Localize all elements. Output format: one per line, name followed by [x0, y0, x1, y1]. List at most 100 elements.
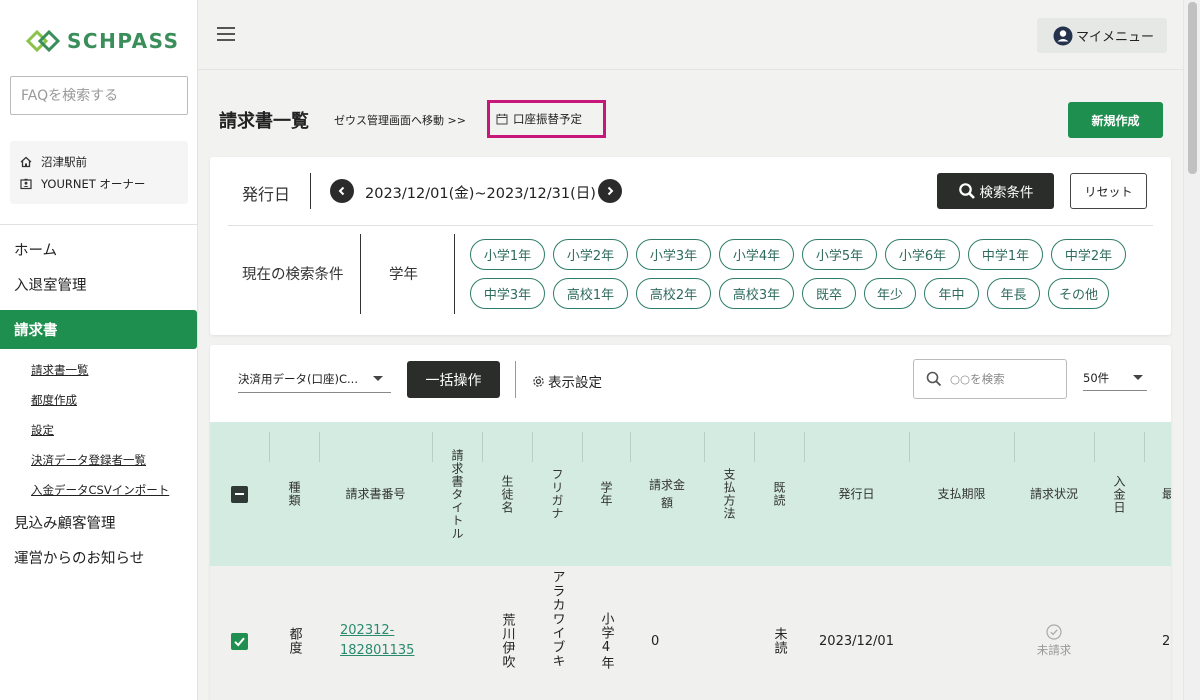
column-header[interactable]: 支払方法	[704, 422, 754, 566]
grade-chip[interactable]: 中学3年	[470, 278, 545, 309]
grade-chip[interactable]: 年少	[864, 278, 916, 309]
table-search-input[interactable]	[950, 372, 1060, 386]
payment-data-select[interactable]: 決済用データ(口座)C...	[238, 365, 391, 393]
new-create-button[interactable]: 新規作成	[1068, 102, 1163, 138]
sidebar-subitem-invoice-list[interactable]: 請求書一覧	[0, 355, 197, 385]
account-location[interactable]: 沼津駅前	[20, 151, 178, 173]
column-header[interactable]: 生徒名	[482, 422, 532, 566]
table-row[interactable]: 都度 202312- 182801135 荒川伊吹 アラカワイブキ 小学4年 0…	[210, 566, 1171, 700]
grade-chip[interactable]: その他	[1048, 278, 1109, 309]
my-menu-label: マイメニュー	[1076, 30, 1155, 45]
column-header[interactable]: 学年	[582, 422, 630, 566]
column-header[interactable]: 入金日	[1094, 422, 1144, 566]
sidebar-item-attendance[interactable]: 入退室管理	[0, 267, 197, 302]
payment-method-cell	[704, 566, 754, 700]
grade-chip[interactable]: 年中	[924, 278, 979, 309]
column-header[interactable]: 支払期限	[909, 422, 1014, 566]
divider	[454, 234, 455, 314]
sidebar-subitem-settings[interactable]: 設定	[0, 415, 197, 445]
select-all-cell	[210, 422, 269, 566]
chevron-down-icon	[373, 376, 383, 381]
select-all-checkbox[interactable]	[231, 485, 248, 503]
grade-label: 学年	[389, 267, 418, 283]
prev-month-button[interactable]	[330, 179, 354, 203]
sidebar-item-invoice[interactable]: 請求書	[0, 310, 197, 349]
zeus-admin-link[interactable]: ゼウス管理画面へ移動 >>	[334, 112, 466, 128]
faq-search-input[interactable]	[10, 76, 188, 115]
search-conditions-button[interactable]: 検索条件	[937, 173, 1054, 209]
column-header[interactable]: フリガナ	[532, 422, 582, 566]
row-checkbox[interactable]	[231, 632, 248, 650]
search-icon	[926, 371, 942, 387]
schpass-logo-icon	[25, 28, 63, 54]
grade-chip[interactable]: 中学2年	[1051, 239, 1126, 270]
page-scrollbar[interactable]	[1183, 0, 1200, 700]
sidebar-item-prospects[interactable]: 見込み顧客管理	[0, 505, 197, 540]
grade-chip[interactable]: 小学3年	[636, 239, 711, 270]
row-select-cell	[210, 566, 269, 700]
page-title: 請求書一覧	[219, 111, 309, 132]
account-circle-icon	[1053, 26, 1073, 45]
search-conditions-label: 検索条件	[979, 185, 1034, 201]
column-header[interactable]: 請求書番号	[319, 422, 432, 566]
bulk-action-button[interactable]: 一括操作	[407, 361, 500, 398]
grade-chip[interactable]: 小学1年	[470, 239, 545, 270]
sidebar-item-notices[interactable]: 運営からのお知らせ	[0, 540, 197, 575]
column-header[interactable]: 既読	[754, 422, 804, 566]
grade-chip[interactable]: 小学5年	[802, 239, 877, 270]
reset-button[interactable]: リセット	[1070, 173, 1147, 209]
title-cell	[432, 566, 482, 700]
sidebar-divider	[0, 224, 197, 225]
divider	[310, 173, 311, 209]
filter-card: 発行日 2023/12/01(金)~2023/12/31(日) 検索条件 リセッ…	[210, 157, 1171, 335]
hamburger-menu-icon[interactable]	[217, 27, 235, 41]
column-header[interactable]: 請求状況	[1014, 422, 1094, 566]
grade-chip[interactable]: 小学4年	[719, 239, 794, 270]
chevron-right-icon	[607, 186, 614, 196]
column-header[interactable]: 種類	[269, 422, 319, 566]
column-header[interactable]: 最	[1144, 422, 1171, 566]
sidebar-subitem-csv-import[interactable]: 入金データCSVインポート	[0, 475, 197, 505]
sidebar-subitem-payment-registrants[interactable]: 決済データ登録者一覧	[0, 445, 197, 475]
transfer-schedule-link[interactable]: 口座振替予定	[487, 100, 606, 138]
grade-chip[interactable]: 中学1年	[968, 239, 1043, 270]
check-circle-icon	[1046, 624, 1062, 640]
column-header[interactable]: 請求金額	[630, 422, 704, 566]
gear-icon	[533, 375, 544, 387]
grade-chip[interactable]: 高校3年	[719, 278, 794, 309]
date-range: 2023/12/01(金)~2023/12/31(日)	[365, 186, 596, 202]
scroll-thumb[interactable]	[1188, 2, 1197, 174]
top-bar: マイメニュー	[198, 0, 1183, 70]
my-menu-button[interactable]: マイメニュー	[1037, 18, 1167, 53]
sidebar-item-home[interactable]: ホーム	[0, 232, 197, 267]
grade-chip[interactable]: 高校1年	[553, 278, 628, 309]
grade-chip[interactable]: 小学2年	[553, 239, 628, 270]
invoice-number-link[interactable]: 202312-	[340, 621, 394, 641]
account-user[interactable]: YOURNET オーナー	[20, 173, 178, 195]
column-header[interactable]: 請求書タイトル	[432, 422, 482, 566]
grade-chip[interactable]: 年長	[987, 278, 1040, 309]
current-conditions-label: 現在の検索条件	[242, 267, 344, 283]
sidebar-subitem-create-each[interactable]: 都度作成	[0, 385, 197, 415]
furigana-cell: アラカワイブキ	[549, 570, 565, 668]
calendar-icon	[496, 113, 508, 125]
table-search-box[interactable]	[913, 359, 1067, 399]
id-card-icon	[20, 178, 32, 190]
location-label: 沼津駅前	[41, 155, 87, 169]
grade-chip[interactable]: 高校2年	[636, 278, 711, 309]
issue-date-cell: 2023/12/01	[819, 633, 894, 649]
grade-chip[interactable]: 既卒	[802, 278, 856, 309]
next-month-button[interactable]	[598, 179, 622, 203]
column-header[interactable]: 発行日	[804, 422, 909, 566]
grade-chip[interactable]: 小学6年	[885, 239, 960, 270]
display-settings-button[interactable]: 表示設定	[532, 371, 602, 391]
payment-data-select-value: 決済用データ(口座)C...	[238, 371, 358, 386]
invoice-number-link[interactable]: 182801135	[340, 641, 414, 661]
transfer-schedule-label: 口座振替予定	[513, 112, 582, 126]
per-page-select[interactable]: 50件	[1083, 365, 1147, 391]
logo[interactable]: SCHPASS	[25, 26, 180, 56]
read-cell: 未読	[771, 627, 787, 655]
invoice-number-cell[interactable]: 202312- 182801135	[319, 566, 432, 700]
status-cell: 未請求	[1014, 566, 1094, 700]
due-date-cell	[909, 566, 1014, 700]
